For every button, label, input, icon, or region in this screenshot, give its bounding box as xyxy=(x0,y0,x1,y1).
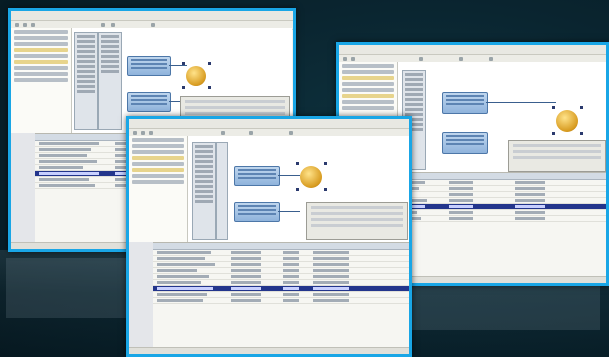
navigator-tree[interactable] xyxy=(129,136,188,242)
toolbar-icon[interactable] xyxy=(489,57,493,61)
gear-icon[interactable] xyxy=(186,66,206,86)
toolbar-icon[interactable] xyxy=(31,23,35,27)
workspace-canvas[interactable] xyxy=(398,62,606,172)
navigator-tree[interactable] xyxy=(11,28,72,133)
parameter-dialog[interactable] xyxy=(508,140,606,172)
toolbar-icon[interactable] xyxy=(351,57,355,61)
inspector-panel[interactable] xyxy=(11,133,36,243)
status-bar xyxy=(129,347,409,354)
parameter-dialog[interactable] xyxy=(306,202,408,240)
toolbar-icon[interactable] xyxy=(149,131,153,135)
feature-node-icon[interactable] xyxy=(442,92,488,114)
toolbar-icon[interactable] xyxy=(101,23,105,27)
feature-list[interactable] xyxy=(192,142,216,240)
gear-icon[interactable] xyxy=(556,110,578,132)
toolbar-icon[interactable] xyxy=(151,23,155,27)
toolbar-icon[interactable] xyxy=(419,57,423,61)
feature-node-icon[interactable] xyxy=(234,202,280,222)
feature-list[interactable] xyxy=(74,32,98,130)
feature-node-icon[interactable] xyxy=(234,166,280,186)
toolbar-icon[interactable] xyxy=(23,23,27,27)
toolbar-icon[interactable] xyxy=(221,131,225,135)
toolbar-icon[interactable] xyxy=(141,131,145,135)
feature-node-icon[interactable] xyxy=(127,56,171,76)
toolbar-icon[interactable] xyxy=(249,131,253,135)
gear-icon[interactable] xyxy=(300,166,322,188)
data-table[interactable] xyxy=(153,242,409,354)
title-bar[interactable] xyxy=(129,119,409,129)
toolbar-icon[interactable] xyxy=(343,57,347,61)
attribute-list[interactable] xyxy=(216,142,228,240)
toolbar-icon[interactable] xyxy=(15,23,19,27)
feature-node-icon[interactable] xyxy=(442,132,488,154)
toolbar-icon[interactable] xyxy=(289,131,293,135)
toolbar-icon[interactable] xyxy=(111,23,115,27)
inspector-panel[interactable] xyxy=(129,242,154,354)
attribute-list[interactable] xyxy=(98,32,122,130)
feature-node-icon[interactable] xyxy=(127,92,171,112)
title-bar[interactable] xyxy=(339,45,606,55)
toolbar-icon[interactable] xyxy=(459,57,463,61)
toolbar-icon[interactable] xyxy=(133,131,137,135)
title-bar[interactable] xyxy=(11,11,293,21)
promo-scene xyxy=(0,0,609,357)
window-front-center[interactable] xyxy=(126,116,412,357)
workspace-canvas[interactable] xyxy=(188,136,409,242)
